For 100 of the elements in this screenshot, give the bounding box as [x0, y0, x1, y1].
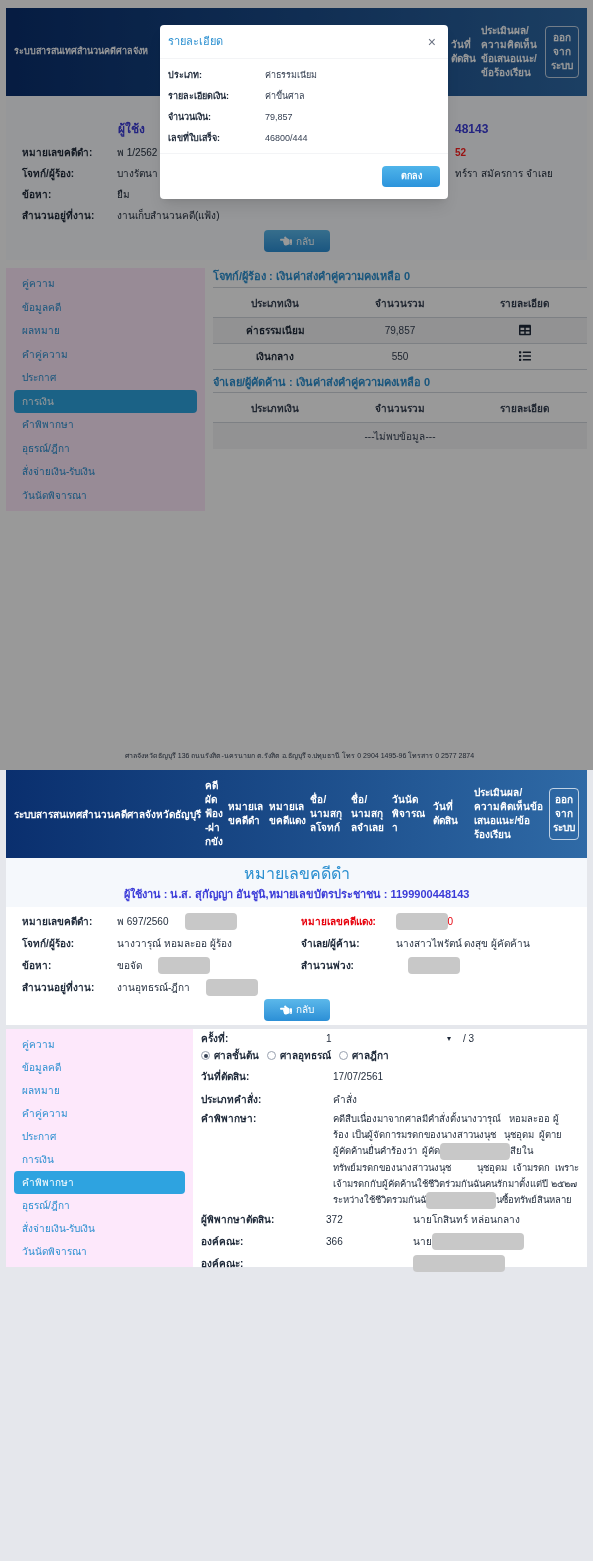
column-header: จำนวนรวม: [374, 296, 426, 311]
app-title: ระบบสารสนเทศสำนวนคดีศาลจังห: [14, 45, 148, 59]
table-cell-text: ค่าธรรมเนียม: [245, 323, 305, 338]
table-cell-text: เงินกลาง: [256, 349, 295, 364]
sidebar-item[interactable]: คำคู่ความ: [14, 1101, 186, 1125]
sidebar-item[interactable]: วันนัดพิจารณา: [14, 483, 197, 507]
field-label: จำเลย/ผู้ค้าน:: [300, 937, 361, 951]
field-value: งานเก็บสำนวนคดี(แฟ้ง): [117, 208, 220, 223]
field-label: คำพิพากษา:: [201, 1111, 258, 1126]
sidebar-item[interactable]: ประกาศ: [14, 1124, 186, 1148]
field-value: ขอจัด: [117, 959, 142, 973]
redacted-block: [184, 913, 237, 930]
field-label: ผู้พิพากษาตัดสิน:: [201, 1213, 276, 1227]
column-header: รายละเอียด: [499, 402, 551, 416]
field-label: สำนวนพ่วง:: [300, 959, 355, 973]
judge-name: นาย: [413, 1235, 433, 1249]
nav-link[interactable]: หมายเลขคดีแดง: [269, 800, 307, 828]
sidebar-item[interactable]: คู่ความ: [14, 1032, 186, 1056]
sidebar-item[interactable]: วันนัดพิจารณา: [14, 1239, 186, 1263]
redacted-block: [395, 913, 448, 930]
field-value: ค่าธรรมเนียม: [265, 68, 317, 82]
field-value: ค่าขึ้นศาล: [265, 89, 305, 103]
field-label: ประเภทคำสั่ง:: [201, 1091, 263, 1107]
judgment-text: ผู้คัดค้านยื่นคำร้องว่า ผู้คัด: [333, 1143, 441, 1159]
close-button[interactable]: ×: [423, 34, 440, 49]
nav-link[interactable]: ชื่อ/นามสกุลจำเลย: [351, 793, 389, 835]
sidebar-item[interactable]: อุธรณ์/ฎีกา: [14, 436, 197, 460]
field-value: 52: [455, 146, 468, 160]
ok-button[interactable]: ตกลง: [382, 166, 440, 187]
field-label: ข้อหา:: [22, 188, 53, 202]
sidebar-item[interactable]: ประกาศ: [14, 366, 197, 390]
judgment-text: ระหว่างใช้ชีวิตรวมกันฉั: [333, 1193, 427, 1207]
nav-link[interactable]: วันที่ตัดสิน: [433, 800, 471, 828]
user-info-text: ผู้ใช้ง: [118, 120, 145, 138]
table-cell-text: 550: [391, 349, 409, 364]
field-label: หมายเลขคดีแดง:: [300, 915, 377, 929]
field-value: นางวารุณ์ หอมละออ ผู้ร้อง: [117, 937, 232, 951]
list-icon[interactable]: [518, 350, 531, 362]
field-label: จำนวนเงิน:: [168, 110, 212, 124]
field-value: 0: [447, 915, 454, 929]
judge-code: 366: [326, 1236, 343, 1247]
column-header: จำนวนรวม: [374, 402, 426, 416]
field-label: หมายเลขคดีดำ:: [22, 915, 94, 929]
nav-link[interactable]: ประเมินผล/ความคิดเห็นข้อเสนอแนะ/ข้อร้องเรียน: [481, 24, 541, 80]
pointing-hand-icon: [279, 1003, 292, 1016]
sidebar-item[interactable]: อุธรณ์/ฎีกา: [14, 1193, 186, 1217]
sidebar-item[interactable]: สั่งจ่ายเงิน-รับเงิน: [14, 1216, 186, 1240]
sidebar-item[interactable]: ผลหมาย: [14, 1078, 186, 1102]
redacted-block: [206, 979, 259, 996]
field-label: องค์คณะ:: [201, 1235, 245, 1249]
column-header: รายละเอียด: [499, 296, 551, 311]
sidebar-item[interactable]: คำพิพากษา: [14, 1170, 186, 1194]
dialog-title: รายละเอียด: [168, 34, 223, 50]
sidebar-item[interactable]: คู่ความ: [14, 272, 197, 296]
column-header: ประเภทเงิน: [250, 402, 301, 416]
nav-link[interactable]: วันนัดพิจารณา: [392, 793, 430, 835]
round-total: / 3: [463, 1032, 475, 1046]
nav-link[interactable]: ชื่อ/นามสกุลโจทก์: [310, 793, 348, 835]
judge-name: นายโกสินทร์ หล่อนกลาง: [413, 1213, 520, 1227]
field-label: วันที่ตัดสิน:: [201, 1068, 251, 1084]
nav-link[interactable]: วันที่ตัดสิน: [451, 38, 477, 66]
sidebar-item[interactable]: ข้อมูลคดี: [14, 1055, 186, 1079]
court-radio[interactable]: ศาลชั้นต้น: [201, 1048, 260, 1063]
field-value: บางรัตนา: [117, 167, 158, 181]
nav-link[interactable]: คดีผัดฟ้อง-ฝากขัง: [205, 779, 225, 849]
sidebar-item[interactable]: การเงิน: [14, 1147, 186, 1171]
sidebar-item[interactable]: คำคู่ความ: [14, 342, 197, 366]
judge-code: 372: [326, 1214, 343, 1225]
logout-button[interactable]: ออกจากระบบ: [545, 26, 579, 78]
sidebar-item[interactable]: คำพิพากษา: [14, 413, 197, 437]
judgment-text: สียใน: [510, 1144, 534, 1158]
judgment-text: นซื้อทรัพย์สินหลาย: [496, 1192, 573, 1207]
nav-link[interactable]: ประเมินผล/ความคิดเห็นข้อเสนอแนะ/ข้อร้องเรียน: [474, 786, 545, 842]
redacted-block: [158, 957, 210, 974]
back-button[interactable]: กลับ: [263, 998, 330, 1021]
field-label: สำนวนอยู่ที่งาน:: [22, 980, 96, 995]
sidebar-item[interactable]: ข้อมูลคดี: [14, 295, 197, 319]
table-icon[interactable]: [518, 324, 531, 336]
court-radio[interactable]: ศาลอุทธรณ์: [267, 1048, 332, 1063]
court-radio[interactable]: ศาลฎีกา: [339, 1048, 390, 1063]
back-button[interactable]: กลับ: [263, 230, 330, 252]
logout-button[interactable]: ออกจากระบบ: [548, 788, 580, 840]
field-label: โจทก์/ผู้ร้อง:: [22, 937, 76, 951]
field-value: คำสั่ง: [333, 1091, 358, 1107]
nav-link[interactable]: หมายเลขคดีดำ: [228, 800, 266, 828]
sidebar-item[interactable]: ผลหมาย: [14, 319, 197, 343]
field-value: 79,857: [265, 110, 293, 124]
field-value: งานอุทธรณ์-ฎีกา: [117, 981, 191, 995]
user-info-text: ผู้ใช้งาน : น.ส. สุกัญญา อันชูนิ,หมายเลขบัตรประชาชน : 1199900448143: [122, 886, 471, 903]
field-label: ประเภท:: [168, 68, 203, 82]
page-title: หมายเลขคดีดำ: [242, 864, 351, 884]
field-value: ทร์รา สมัครการ จำเลย: [455, 167, 554, 181]
judgment-text: คดีสืบเนื่องมาจากศาลมีคำสั่งตั้งนางวารุณ์ หอมละออ ผู้: [333, 1111, 559, 1127]
table-cell-text: 79,857: [384, 323, 416, 338]
round-select[interactable]: 1 ▾: [326, 1031, 452, 1046]
redacted-block: [426, 1191, 497, 1209]
field-value: 46800/444: [265, 131, 308, 145]
sidebar-item[interactable]: สั่งจ่ายเงิน-รับเงิน: [14, 460, 197, 484]
app-title: ระบบสารสนเทศสำนวนคดีศาลจังหวัดธัญบุรี: [14, 807, 201, 822]
sidebar-item[interactable]: การเงิน: [14, 389, 197, 413]
